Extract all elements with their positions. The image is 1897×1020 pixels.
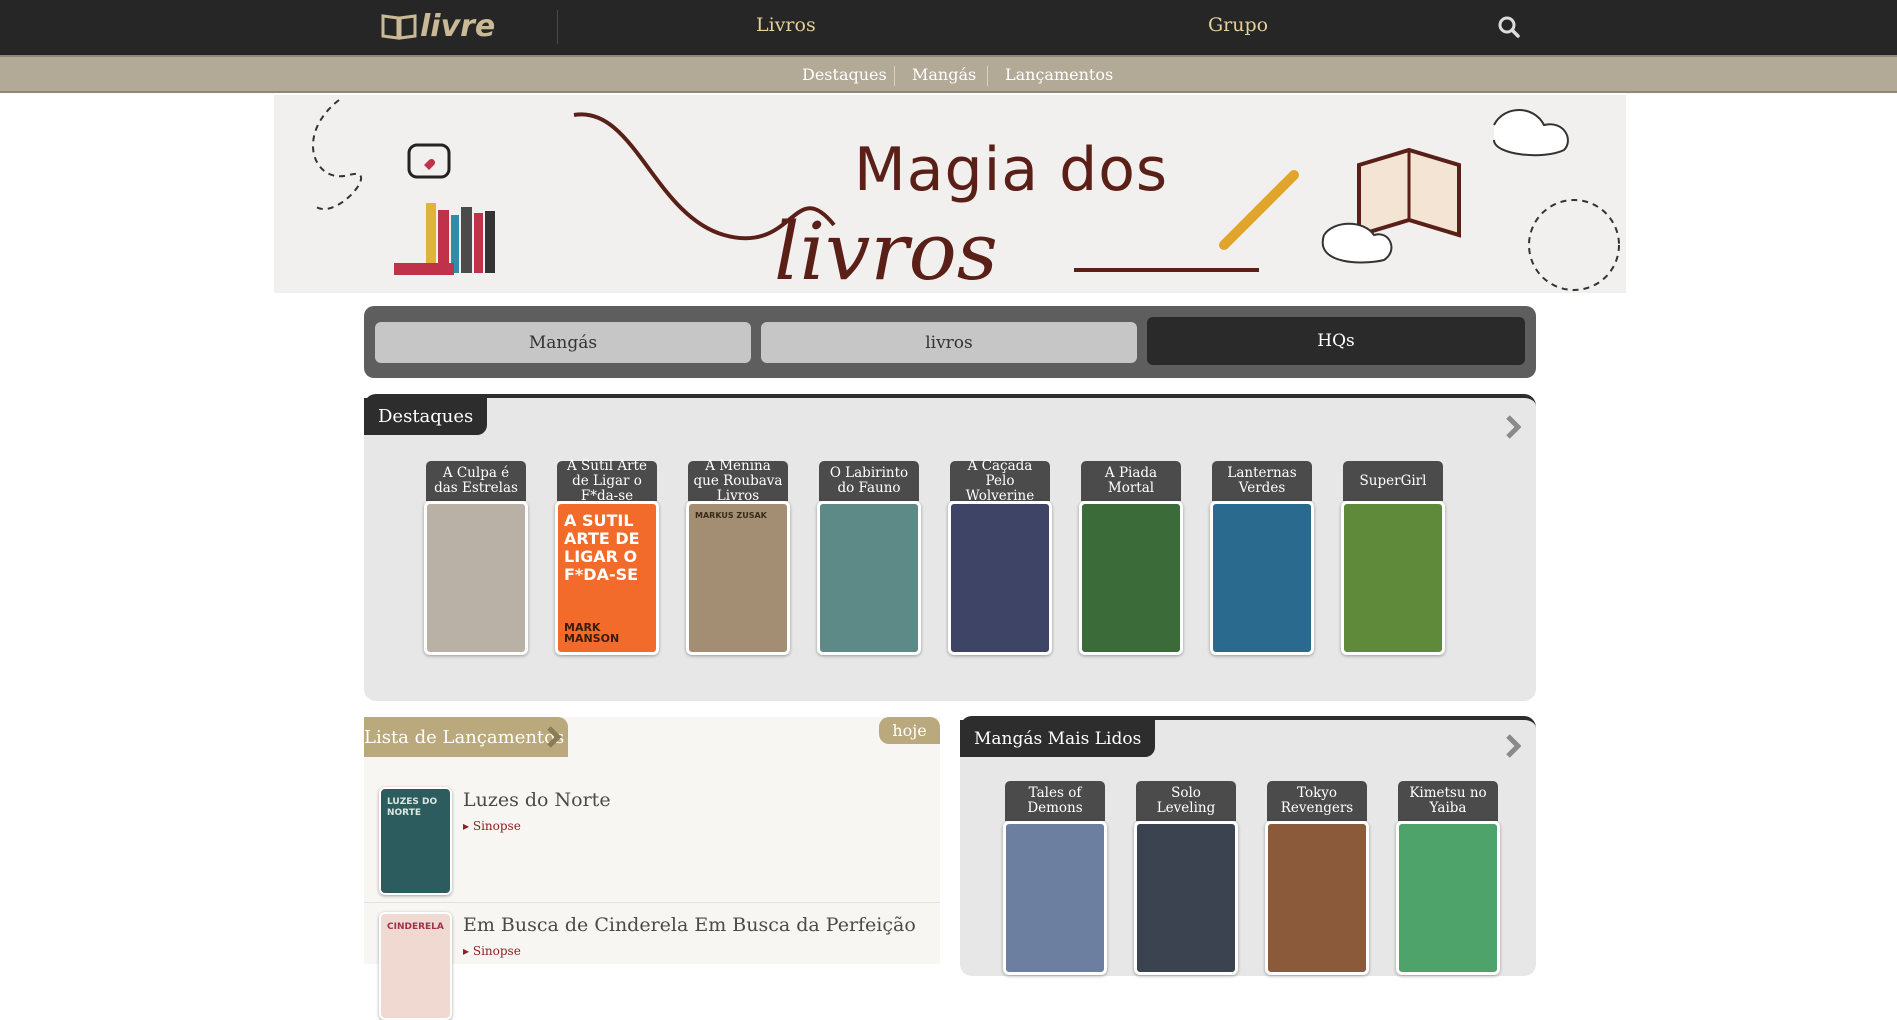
nav-link-livros[interactable]: Livros — [756, 14, 816, 36]
book-cover[interactable] — [1079, 501, 1183, 655]
book-cover[interactable] — [1341, 501, 1445, 655]
sinopse-link[interactable]: ▸ Sinopse — [463, 944, 521, 958]
subnav-lancamentos[interactable]: Lançamentos — [1005, 65, 1113, 84]
book-title[interactable]: A Menina que Roubava Livros — [688, 458, 788, 503]
hoje-badge[interactable]: hoje — [879, 717, 940, 744]
cover-author: MARKUS ZUSAK — [695, 511, 767, 520]
book-title[interactable]: Tokyo Revengers — [1267, 781, 1367, 821]
book-title[interactable]: Solo Leveling — [1136, 781, 1236, 821]
book-title[interactable]: Tales of Demons — [1005, 781, 1105, 821]
next-arrow-icon[interactable] — [1505, 414, 1521, 440]
book-title[interactable]: A Sutil Arte de Ligar o F*da-se — [557, 458, 657, 503]
lancamentos-title: Lista de Lançamentos — [364, 726, 565, 748]
book-card[interactable]: Tales of Demons — [1003, 781, 1107, 975]
book-cover[interactable] — [1396, 821, 1500, 975]
list-item-title[interactable]: Luzes do Norte — [463, 789, 611, 811]
book-title[interactable]: Kimetsu no Yaiba — [1398, 781, 1498, 821]
nav-divider — [557, 10, 558, 44]
lancamentos-tab[interactable]: Lista de Lançamentos — [364, 717, 568, 757]
sinopse-link[interactable]: ▸ Sinopse — [463, 819, 521, 833]
sub-navbar: Destaques Mangás Lançamentos — [0, 55, 1897, 93]
book-cover[interactable] — [1003, 821, 1107, 975]
category-tabs: Mangás livros HQs — [364, 306, 1536, 378]
book-card[interactable]: Tokyo Revengers — [1265, 781, 1369, 975]
cover-title: A SUTIL ARTE DE LIGAR O F*DA-SE — [564, 511, 640, 584]
subnav-destaques[interactable]: Destaques — [802, 65, 887, 84]
book-title[interactable]: Lanternas Verdes — [1212, 461, 1312, 501]
list-item-cover[interactable]: Cinderela — [379, 912, 452, 1020]
list-item-title[interactable]: Em Busca de Cinderela Em Busca da Perfei… — [463, 914, 916, 936]
site-logo[interactable]: livre — [380, 6, 495, 46]
next-arrow-icon[interactable] — [1505, 733, 1521, 759]
book-card[interactable]: Lanternas Verdes — [1210, 461, 1314, 655]
book-card[interactable]: A Piada Mortal — [1079, 461, 1183, 655]
destaques-panel: Destaques A Culpa é das Estrelas A Sutil … — [364, 394, 1536, 701]
lancamentos-panel: Lista de Lançamentos hoje Luzes do Norte… — [364, 717, 940, 1020]
book-cover[interactable] — [948, 501, 1052, 655]
search-icon[interactable] — [1497, 15, 1521, 39]
top-navbar: livre Livros Grupo — [0, 0, 1897, 55]
subnav-divider — [894, 66, 895, 86]
book-title[interactable]: O Labirinto do Fauno — [819, 461, 919, 501]
book-card[interactable]: SuperGirl — [1341, 461, 1445, 655]
book-card[interactable]: A Menina que Roubava Livros MARKUS ZUSAK — [686, 458, 790, 655]
book-cover[interactable]: MARKUS ZUSAK — [686, 501, 790, 655]
subnav-divider — [987, 66, 988, 86]
book-title[interactable]: A Culpa é das Estrelas — [426, 461, 526, 501]
nav-link-grupo[interactable]: Grupo — [1208, 14, 1268, 36]
book-card[interactable]: O Labirinto do Fauno — [817, 461, 921, 655]
book-card[interactable]: A Sutil Arte de Ligar o F*da-se A SUTIL A… — [555, 458, 659, 655]
book-cover[interactable] — [1134, 821, 1238, 975]
logo-text: livre — [420, 8, 496, 44]
list-item-cover[interactable]: Luzes do Norte — [379, 787, 452, 895]
mangas-title: Mangás Mais Lidos — [960, 720, 1156, 757]
book-card[interactable]: Kimetsu no Yaiba — [1396, 781, 1500, 975]
book-title[interactable]: A Caçada Pelo Wolverine — [950, 458, 1050, 503]
tab-mangas[interactable]: Mangás — [375, 322, 751, 363]
chevron-right-icon — [547, 726, 562, 748]
book-cover[interactable] — [817, 501, 921, 655]
tab-hqs[interactable]: HQs — [1147, 317, 1525, 365]
book-card[interactable]: A Caçada Pelo Wolverine — [948, 458, 1052, 655]
destaques-title: Destaques — [364, 398, 488, 435]
book-title[interactable]: SuperGirl — [1343, 461, 1443, 501]
book-cover[interactable] — [1265, 821, 1369, 975]
list-divider — [364, 902, 940, 903]
cover-author: MARK MANSON — [564, 621, 620, 645]
book-title[interactable]: A Piada Mortal — [1081, 461, 1181, 501]
mangas-panel: Mangás Mais Lidos Tales of Demons Solo Le… — [960, 716, 1536, 976]
book-cover[interactable] — [424, 501, 528, 655]
banner-title: Magia dos — [854, 135, 1169, 205]
book-card[interactable]: A Culpa é das Estrelas — [424, 461, 528, 655]
tab-livros[interactable]: livros — [761, 322, 1137, 363]
book-cover[interactable] — [1210, 501, 1314, 655]
book-cover[interactable]: A SUTIL ARTE DE LIGAR O F*DA-SE MARK MANS… — [555, 501, 659, 655]
book-logo-icon — [381, 14, 417, 40]
hero-banner: Magia dos livros — [274, 95, 1626, 293]
subnav-mangas[interactable]: Mangás — [912, 65, 976, 84]
book-card[interactable]: Solo Leveling — [1134, 781, 1238, 975]
banner-script-text: livros — [774, 205, 998, 293]
